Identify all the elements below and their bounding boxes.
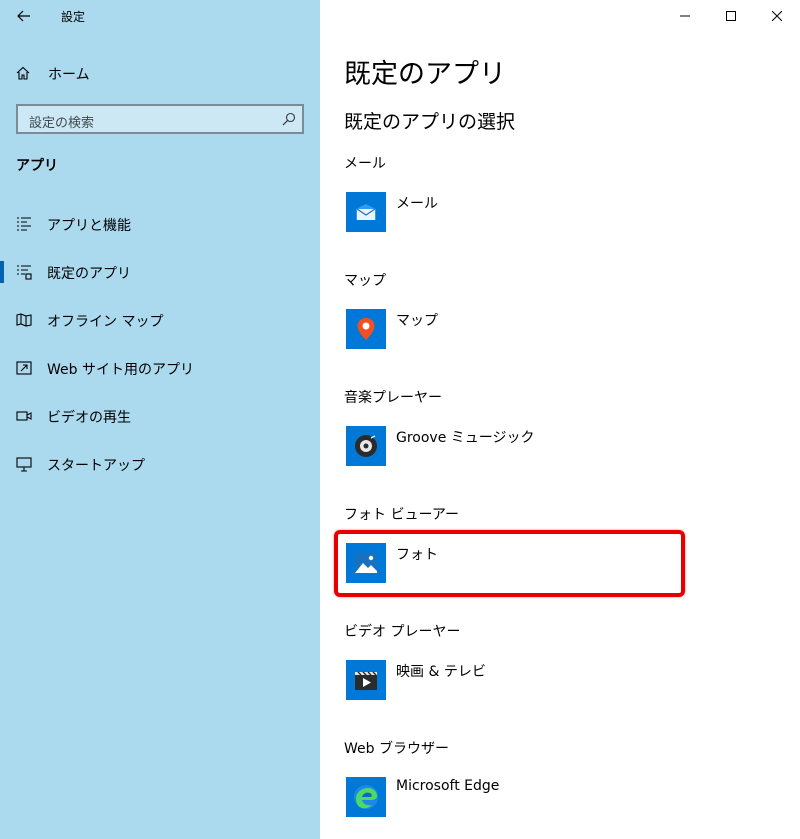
apps-for-websites-icon — [16, 361, 32, 375]
navigation-pane: 設定 ホーム 設定の検索 アプリ アプリと機能 既定のアプリ オフライン マップ… — [0, 0, 320, 839]
apps-features-icon — [17, 217, 31, 231]
home-nav-item[interactable]: ホーム — [0, 56, 320, 90]
sidebar-item-video-playback[interactable]: ビデオの再生 — [0, 394, 320, 438]
sidebar-item-offline-maps[interactable]: オフライン マップ — [0, 298, 320, 342]
search-icon — [282, 112, 296, 126]
content-pane: 既定のアプリ 既定のアプリの選択 メール メール マップ マップ 音楽プレーヤー — [320, 0, 800, 839]
search-placeholder: 設定の検索 — [29, 116, 95, 131]
maps-icon — [346, 309, 386, 349]
app-name: 映画 & テレビ — [396, 664, 486, 680]
photos-icon — [346, 543, 386, 583]
maximize-button[interactable] — [708, 0, 754, 32]
app-name: メール — [396, 196, 438, 212]
default-app-mail-button[interactable]: メール — [344, 192, 664, 244]
minimize-icon — [680, 15, 690, 17]
movies-tv-icon — [346, 660, 386, 700]
video-playback-icon — [16, 411, 32, 421]
default-app-photos-button[interactable]: フォト — [344, 543, 664, 595]
default-app-video-button[interactable]: 映画 & テレビ — [344, 660, 664, 712]
settings-search-input[interactable]: 設定の検索 — [16, 104, 304, 134]
back-button[interactable] — [8, 2, 40, 30]
app-name: マップ — [396, 313, 438, 329]
default-apps-icon — [17, 265, 32, 280]
default-app-music-button[interactable]: Groove ミュージック — [344, 426, 664, 478]
back-arrow-icon — [17, 10, 30, 22]
sidebar-item-label: オフライン マップ — [47, 314, 164, 330]
default-app-maps-button[interactable]: マップ — [344, 309, 664, 361]
sidebar-item-label: アプリと機能 — [47, 218, 131, 234]
sidebar-item-apps-for-websites[interactable]: Web サイト用のアプリ — [0, 346, 320, 390]
groove-music-icon — [346, 426, 386, 466]
edge-icon — [346, 777, 386, 817]
category-label-video-player: ビデオ プレーヤー — [344, 624, 461, 640]
category-label-photo-viewer: フォト ビューアー — [344, 507, 460, 523]
offline-maps-icon — [16, 313, 32, 327]
minimize-button[interactable] — [662, 0, 708, 32]
selection-indicator — [0, 261, 4, 283]
app-name: Microsoft Edge — [396, 778, 500, 794]
sidebar-item-label: Web サイト用のアプリ — [47, 362, 194, 378]
maximize-icon — [726, 11, 736, 21]
category-label-maps: マップ — [344, 273, 386, 289]
sidebar-item-label: 既定のアプリ — [47, 266, 131, 282]
title-bar: 設定 — [0, 0, 320, 32]
sidebar-item-apps-features[interactable]: アプリと機能 — [0, 202, 320, 246]
sidebar-item-label: ビデオの再生 — [47, 410, 131, 426]
app-name: Groove ミュージック — [396, 430, 535, 446]
mail-icon — [346, 192, 386, 232]
app-title: 設定 — [61, 10, 86, 24]
page-title: 既定のアプリ — [344, 59, 506, 90]
section-subtitle: 既定のアプリの選択 — [344, 111, 516, 133]
close-icon — [772, 11, 782, 21]
default-app-browser-button[interactable]: Microsoft Edge — [344, 777, 664, 829]
section-title: アプリ — [16, 158, 58, 174]
sidebar-item-default-apps[interactable]: 既定のアプリ — [0, 250, 320, 294]
sidebar-item-label: スタートアップ — [47, 458, 145, 474]
home-label: ホーム — [48, 67, 90, 83]
close-button[interactable] — [754, 0, 800, 32]
category-label-web-browser: Web ブラウザー — [344, 741, 449, 757]
app-name: フォト — [396, 547, 438, 563]
home-icon — [16, 66, 30, 80]
startup-icon — [16, 457, 32, 472]
category-label-music-player: 音楽プレーヤー — [344, 390, 442, 406]
category-label-mail: メール — [344, 156, 386, 172]
sidebar-item-startup[interactable]: スタートアップ — [0, 442, 320, 486]
